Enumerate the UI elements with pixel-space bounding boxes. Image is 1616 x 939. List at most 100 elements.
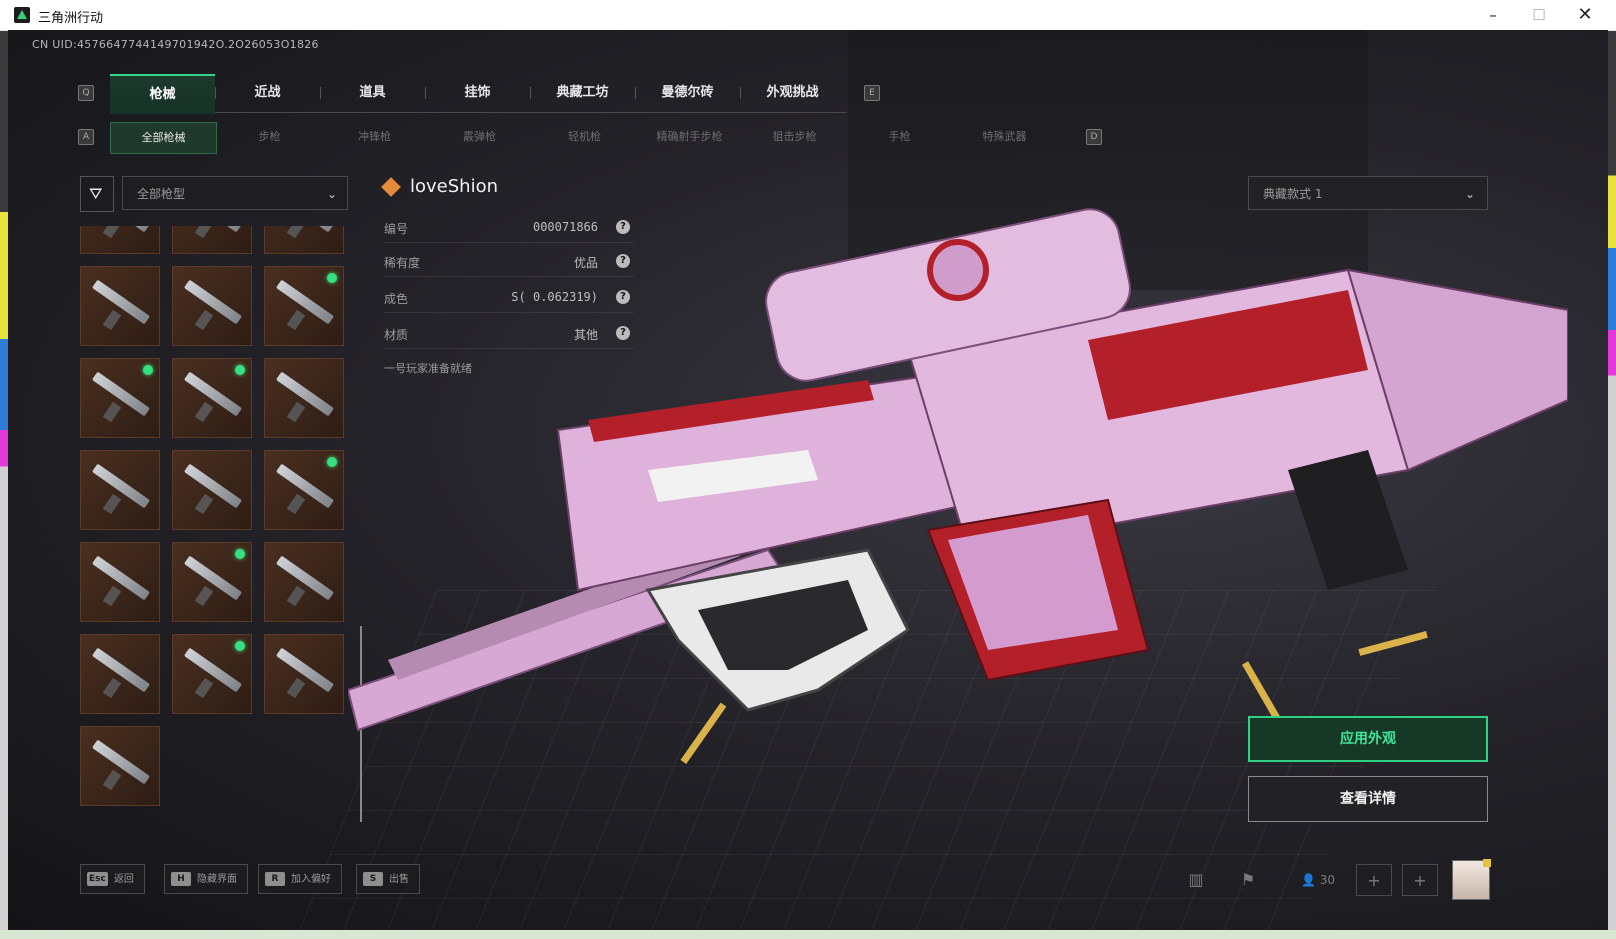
- avatar[interactable]: [1452, 859, 1491, 900]
- stats-icon[interactable]: ▥: [1180, 864, 1212, 896]
- weapon-thumbnail: [91, 555, 151, 601]
- add-favorite-hint[interactable]: R 加入偏好: [258, 864, 342, 894]
- avatar-badge: [1483, 859, 1491, 867]
- help-icon[interactable]: ?: [616, 290, 630, 304]
- key-hint-q: Q: [78, 85, 94, 101]
- weapon-thumbnail-grip: [102, 401, 122, 423]
- desktop-bottom-strip: [0, 930, 1616, 939]
- flag-icon[interactable]: ⚑: [1232, 864, 1264, 896]
- sell-hint[interactable]: S 出售: [356, 864, 420, 894]
- weapon-thumbnail-grip: [286, 226, 306, 239]
- subtab-smg[interactable]: 冲锋枪: [322, 122, 427, 152]
- tab-melee[interactable]: 近战: [215, 74, 320, 112]
- weapon-thumbnail: [275, 371, 335, 417]
- minimize-button[interactable]: –: [1470, 0, 1516, 30]
- weapon-thumbnail-grip: [286, 677, 306, 699]
- key-hint-a: A: [78, 129, 94, 145]
- weapon-skin-grid: [80, 226, 350, 822]
- weapon-skin-cell[interactable]: [80, 542, 160, 622]
- key-r: R: [265, 872, 285, 886]
- tab-appearance-challenge[interactable]: 外观挑战: [740, 74, 845, 112]
- subtab-lmg[interactable]: 轻机枪: [532, 122, 637, 152]
- weapon-thumbnail-grip: [194, 226, 214, 239]
- maximize-button[interactable]: ☐: [1516, 0, 1562, 30]
- weapon-skin-cell[interactable]: [264, 450, 344, 530]
- info-value: 优品: [573, 256, 598, 270]
- weapon-thumbnail: [275, 555, 335, 601]
- add-slot-button[interactable]: +: [1356, 864, 1392, 896]
- subtab-pistols[interactable]: 手枪: [847, 122, 952, 152]
- weapon-skin-cell[interactable]: [264, 542, 344, 622]
- help-icon[interactable]: ?: [616, 220, 630, 234]
- chevron-down-icon: ⌄: [326, 187, 337, 201]
- new-indicator-dot: [327, 273, 337, 283]
- weapon-thumbnail-grip: [194, 677, 214, 699]
- help-icon[interactable]: ?: [616, 326, 630, 340]
- info-label: 编号: [384, 222, 409, 236]
- weapon-skin-cell[interactable]: [264, 226, 344, 254]
- tab-items[interactable]: 道具: [320, 74, 425, 112]
- info-value: S( 0.062319): [511, 290, 598, 304]
- weapon-skin-cell[interactable]: [172, 542, 252, 622]
- weapon-skin-cell[interactable]: [80, 226, 160, 254]
- info-row-material: 材质 其他 ?: [384, 320, 634, 349]
- skin-description: 一号玩家准备就绪: [384, 362, 472, 375]
- tab-mandel-brick[interactable]: 曼德尔砖: [635, 74, 740, 112]
- weapon-skin-cell[interactable]: [264, 634, 344, 714]
- friends-button[interactable]: 👤 30: [1288, 864, 1348, 896]
- skin-name: loveShion: [410, 176, 498, 197]
- weapon-skin-cell[interactable]: [80, 358, 160, 438]
- tab-collection-workshop[interactable]: 典藏工坊: [530, 74, 635, 112]
- weapon-skin-cell[interactable]: [80, 634, 160, 714]
- subtab-shotguns[interactable]: 霰弹枪: [427, 122, 532, 152]
- key-hint-e: E: [864, 85, 880, 101]
- weapon-skin-cell[interactable]: [264, 358, 344, 438]
- weapon-thumbnail: [183, 371, 243, 417]
- tab-firearms[interactable]: 枪械: [110, 74, 215, 114]
- tab-charms[interactable]: 挂饰: [425, 74, 530, 112]
- desktop-right-strip: [1608, 30, 1616, 939]
- uid-label: CN UID:4576647744149701942O.2O26053O1826: [32, 38, 319, 51]
- info-label: 成色: [384, 292, 409, 306]
- subtab-dmr[interactable]: 精确射手步枪: [637, 122, 742, 152]
- subtab-all-firearms[interactable]: 全部枪械: [110, 122, 217, 154]
- style-variant-dropdown[interactable]: 典藏款式 1 ⌄: [1248, 176, 1488, 210]
- add-slot-button[interactable]: +: [1402, 864, 1438, 896]
- weapon-thumbnail-grip: [194, 401, 214, 423]
- friends-icon: 👤: [1300, 873, 1316, 887]
- weapon-skin-cell[interactable]: [172, 450, 252, 530]
- back-hint[interactable]: Esc 返回: [80, 864, 145, 894]
- weapon-thumbnail: [183, 647, 243, 693]
- subtab-rifles[interactable]: 步枪: [217, 122, 322, 152]
- weapon-type-dropdown[interactable]: 全部枪型 ⌄: [122, 176, 348, 210]
- key-hint-d: D: [1086, 129, 1102, 145]
- help-icon[interactable]: ?: [616, 254, 630, 268]
- info-value: 其他: [573, 328, 598, 342]
- weapon-thumbnail-grip: [102, 309, 122, 331]
- weapon-thumbnail-grip: [286, 585, 306, 607]
- subtab-special[interactable]: 特殊武器: [952, 122, 1057, 152]
- weapon-thumbnail-grip: [102, 769, 122, 791]
- weapon-thumbnail: [91, 647, 151, 693]
- weapon-skin-cell[interactable]: [264, 266, 344, 346]
- weapon-skin-cell[interactable]: [172, 358, 252, 438]
- weapon-skin-cell[interactable]: [172, 266, 252, 346]
- main-tabs: 枪械 近战 道具 挂饰 典藏工坊 曼德尔砖 外观挑战: [110, 74, 846, 114]
- subtab-sniper[interactable]: 狙击步枪: [742, 122, 847, 152]
- filter-button[interactable]: ⛛: [80, 176, 114, 212]
- close-button[interactable]: ✕: [1562, 0, 1608, 30]
- weapon-thumbnail: [275, 647, 335, 693]
- window-title: 三角洲行动: [38, 11, 104, 26]
- hide-ui-hint[interactable]: H 隐藏界面: [164, 864, 248, 894]
- weapon-skin-cell[interactable]: [80, 266, 160, 346]
- weapon-thumbnail-grip: [102, 585, 122, 607]
- weapon-thumbnail: [183, 279, 243, 325]
- weapon-skin-cell[interactable]: [80, 450, 160, 530]
- view-details-button[interactable]: 查看详情: [1248, 776, 1488, 822]
- weapon-skin-cell[interactable]: [172, 634, 252, 714]
- weapon-skin-cell[interactable]: [80, 726, 160, 806]
- weapon-type-tabs: 全部枪械 步枪 冲锋枪 霰弹枪 轻机枪 精确射手步枪 狙击步枪 手枪 特殊武器: [110, 122, 1100, 154]
- new-indicator-dot: [235, 641, 245, 651]
- apply-appearance-button[interactable]: 应用外观: [1248, 716, 1488, 762]
- weapon-skin-cell[interactable]: [172, 226, 252, 254]
